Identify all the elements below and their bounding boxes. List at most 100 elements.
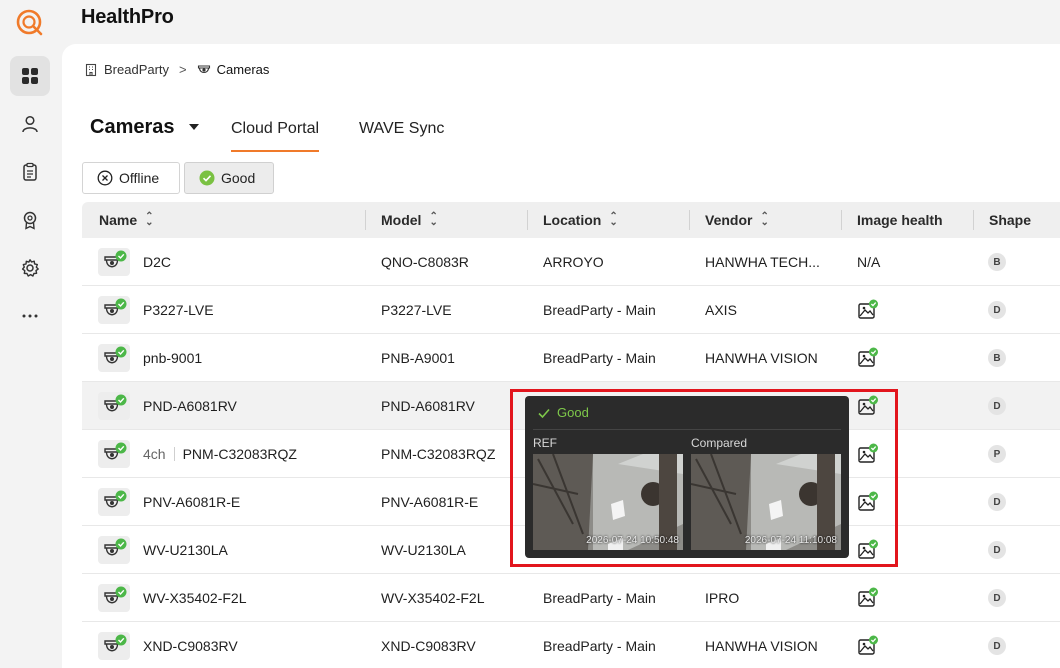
tab-wave-sync[interactable]: WAVE Sync	[359, 120, 444, 150]
image-health-cell	[857, 286, 879, 334]
image-health-cell: N/A	[857, 238, 880, 286]
name-cell: WV-U2130LA	[143, 526, 228, 574]
breadcrumb-parent-link[interactable]: BreadParty	[104, 62, 169, 77]
breadcrumb: BreadParty > Cameras	[84, 62, 269, 77]
camera-icon	[197, 64, 210, 73]
image-good-icon[interactable]	[857, 347, 879, 369]
sort-icon: ⌃ ⌄	[760, 211, 769, 228]
model-cell: WV-X35402-F2L	[381, 590, 485, 606]
name-cell: D2C	[143, 238, 171, 286]
column-header-shape[interactable]: Shape	[989, 202, 1031, 238]
image-good-icon[interactable]	[857, 299, 879, 321]
filter-offline-label: Offline	[119, 170, 160, 186]
table-row[interactable]: pnb-9001 PNB-A9001 BreadParty - Main HANWHA…	[82, 334, 1060, 382]
shape-cell: B	[988, 238, 1006, 286]
shape-badge: D	[988, 493, 1006, 511]
camera-status-icon	[98, 392, 130, 420]
shape-cell: D	[988, 286, 1006, 334]
location-cell: BreadParty - Main	[543, 638, 656, 654]
image-health-cell	[857, 334, 879, 382]
vendor-cell: IPRO	[705, 590, 740, 606]
shape-cell: D	[988, 382, 1006, 430]
nav-users-button[interactable]	[10, 104, 50, 144]
page-title: Cameras	[90, 116, 175, 138]
vendor-cell: HANWHA VISION	[705, 638, 818, 654]
name-cell: P3227-LVE	[143, 286, 214, 334]
main-panel: BreadParty > Cameras Cameras Cloud Porta…	[62, 44, 1060, 668]
clipboard-icon	[23, 162, 37, 181]
name-cell: pnb-9001	[143, 334, 202, 382]
location-cell: BreadParty - Main	[543, 302, 656, 318]
app-logo-icon[interactable]	[14, 6, 46, 38]
camera-status-icon	[98, 584, 130, 612]
app-title: HealthPro	[81, 6, 174, 28]
award-badge-icon	[23, 211, 37, 230]
nav-settings-button[interactable]	[10, 248, 50, 288]
page-header: Cameras	[90, 112, 199, 152]
table-row[interactable]: D2C QNO-C8083R ARROYO HANWHA TECH... N/A B	[82, 238, 1060, 286]
column-header-vendor[interactable]: Vendor ⌃ ⌄	[705, 202, 769, 238]
tab-cloud-portal[interactable]: Cloud Portal	[231, 120, 320, 152]
channel-count: 4ch	[143, 447, 175, 461]
model-cell: PND-A6081RV	[381, 398, 475, 414]
model-cell: XND-C9083RV	[381, 638, 476, 654]
image-good-icon[interactable]	[857, 635, 879, 657]
model-cell: WV-U2130LA	[381, 542, 466, 558]
column-header-location[interactable]: Location ⌃ ⌄	[543, 202, 618, 238]
camera-status-icon	[98, 536, 130, 564]
shape-cell: B	[988, 334, 1006, 382]
top-bar: HealthPro	[0, 0, 1060, 44]
name-cell: PND-A6081RV	[143, 382, 237, 430]
sort-icon: ⌃ ⌄	[145, 211, 154, 228]
annotation-highlight-box	[510, 389, 898, 567]
location-cell: BreadParty - Main	[543, 350, 656, 366]
filter-good-button[interactable]: Good	[184, 162, 274, 194]
model-cell: P3227-LVE	[381, 302, 452, 318]
table-row[interactable]: XND-C9083RV XND-C9083RV BreadParty - Main H…	[82, 622, 1060, 668]
camera-status-icon	[98, 440, 130, 468]
shape-badge: D	[988, 637, 1006, 655]
image-good-icon[interactable]	[857, 587, 879, 609]
nav-dashboard-button[interactable]	[10, 56, 50, 96]
camera-name: PNV-A6081R-E	[143, 494, 241, 510]
vendor-cell: HANWHA TECH...	[705, 254, 820, 270]
table-header: Name ⌃ ⌄ Model ⌃ ⌄ Location ⌃ ⌄ Vendor ⌃ ⌄ Image…	[82, 202, 1060, 238]
name-cell: PNV-A6081R-E	[143, 478, 240, 526]
camera-name: PNM-C32083RQZ	[182, 446, 297, 462]
shape-badge: P	[988, 445, 1006, 463]
shape-cell: D	[988, 478, 1006, 526]
name-cell: XND-C9083RV	[143, 622, 238, 668]
model-cell: PNV-A6081R-E	[381, 494, 479, 510]
nav-reports-button[interactable]	[10, 152, 50, 192]
camera-status-icon	[98, 488, 130, 516]
breadcrumb-separator: >	[179, 62, 187, 77]
side-rail	[0, 44, 62, 668]
user-icon	[22, 115, 38, 133]
camera-status-icon	[98, 296, 130, 324]
shape-cell: D	[988, 526, 1006, 574]
column-header-name[interactable]: Name ⌃ ⌄	[99, 202, 154, 238]
filter-offline-button[interactable]: Offline	[82, 162, 180, 194]
camera-name: D2C	[143, 254, 172, 270]
sort-icon: ⌃ ⌄	[609, 211, 618, 228]
column-header-model[interactable]: Model ⌃ ⌄	[381, 202, 438, 238]
dashboard-icon	[22, 68, 38, 84]
nav-badge-button[interactable]	[10, 200, 50, 240]
camera-name: P3227-LVE	[143, 302, 214, 318]
image-health-text: N/A	[857, 254, 881, 270]
camera-status-icon	[98, 248, 130, 276]
more-horizontal-icon	[22, 314, 38, 318]
model-cell: PNM-C32083RQZ	[381, 446, 496, 462]
table-row[interactable]: WV-X35402-F2L WV-X35402-F2L BreadParty - M…	[82, 574, 1060, 622]
shape-badge: D	[988, 397, 1006, 415]
nav-more-button[interactable]	[10, 296, 50, 336]
gear-icon	[21, 259, 39, 277]
building-icon	[85, 63, 97, 76]
image-health-cell	[857, 622, 879, 668]
table-row[interactable]: P3227-LVE P3227-LVE BreadParty - Main AXIS D	[82, 286, 1060, 334]
shape-badge: D	[988, 301, 1006, 319]
camera-status-icon	[98, 632, 130, 660]
check-circle-icon	[199, 170, 215, 186]
title-dropdown-caret-icon[interactable]	[188, 124, 199, 130]
column-header-image-health[interactable]: Image health	[857, 202, 943, 238]
